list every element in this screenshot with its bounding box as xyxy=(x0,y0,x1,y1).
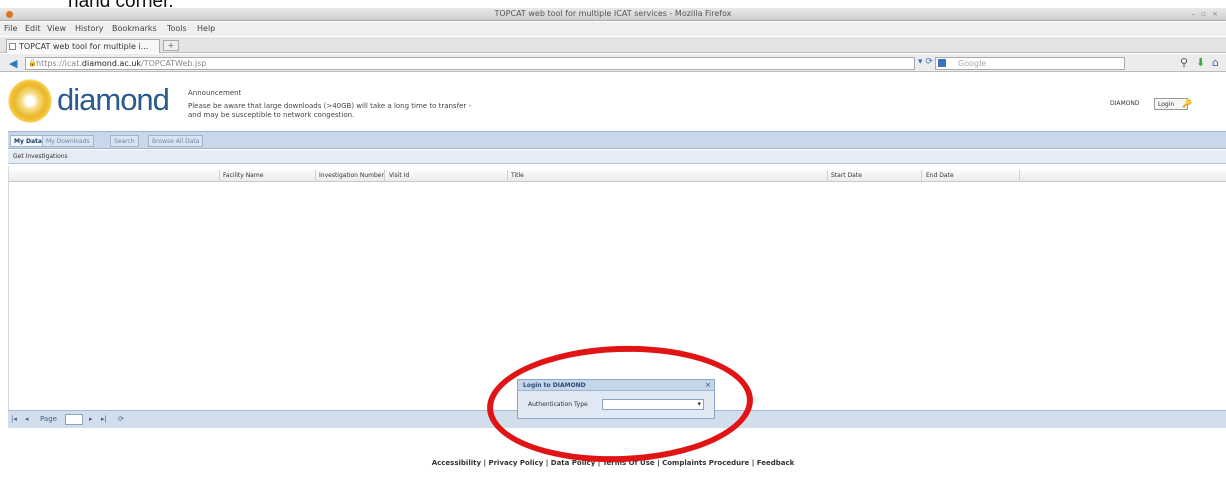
column-end-date[interactable]: End Date xyxy=(926,172,954,179)
get-investigations-button[interactable]: Get Investigations xyxy=(13,153,68,160)
column-facility-name[interactable]: Facility Name xyxy=(223,172,263,179)
investigations-grid: Facility Name Investigation Number Visit… xyxy=(8,166,1226,410)
lock-icon: 🔒 xyxy=(28,59,37,67)
login-dialog-title: Login to DIAMOND xyxy=(523,382,586,389)
column-divider xyxy=(384,170,385,182)
footer-links[interactable]: Accessibility | Privacy Policy | Data Po… xyxy=(0,459,1226,467)
tab-search[interactable]: Search xyxy=(110,135,139,147)
column-divider xyxy=(507,170,508,182)
column-divider xyxy=(1019,170,1020,182)
tab-my-downloads[interactable]: My Downloads xyxy=(42,135,94,147)
app-tab-bar: My Data My Downloads Search Browse All D… xyxy=(8,131,1226,149)
authentication-type-select[interactable]: ▾ xyxy=(602,399,704,410)
close-icon[interactable]: × xyxy=(705,381,711,389)
window-controls[interactable]: – ▫ × xyxy=(1191,10,1220,18)
diamond-logo-text: diamond xyxy=(57,82,170,117)
column-divider xyxy=(921,170,922,182)
search-placeholder: Google xyxy=(958,59,987,68)
chevron-down-icon[interactable]: ▾ xyxy=(697,400,701,408)
url-bar[interactable]: 🔒 https://icat.diamond.ac.uk/TOPCATWeb.js… xyxy=(25,57,915,70)
navigation-toolbar: ◀ 🔒 https://icat.diamond.ac.uk/TOPCATWeb.… xyxy=(0,54,1226,72)
column-divider xyxy=(219,170,220,182)
binoculars-icon[interactable]: ⚲ xyxy=(1180,56,1188,69)
reload-icon[interactable]: ▾ ⟳ xyxy=(918,57,933,67)
previous-page-button[interactable]: ◂ xyxy=(25,415,29,423)
authentication-type-label: Authentication Type xyxy=(528,401,588,408)
menu-view[interactable]: View xyxy=(47,24,66,33)
page-favicon-icon xyxy=(9,43,16,50)
login-dialog: Login to DIAMOND × Authentication Type ▾ xyxy=(517,379,715,419)
login-button[interactable]: Login 🔑 xyxy=(1154,98,1192,110)
page-number-input[interactable] xyxy=(65,414,83,425)
url-host: diamond.ac.uk xyxy=(81,59,142,68)
home-icon[interactable]: ⌂ xyxy=(1212,56,1219,69)
window-title: TOPCAT web tool for multiple ICAT servic… xyxy=(494,9,732,18)
refresh-icon[interactable]: ⟳ xyxy=(118,415,124,423)
column-divider xyxy=(315,170,316,182)
column-divider xyxy=(827,170,828,182)
announcement-text: Please be aware that large downloads (>4… xyxy=(188,102,471,119)
browser-tab-topcat[interactable]: TOPCAT web tool for multiple i... xyxy=(6,39,160,53)
browser-tab-label: TOPCAT web tool for multiple i... xyxy=(19,42,149,51)
announcement-title: Announcement xyxy=(188,89,242,97)
url-path: /TOPCATWeb.jsp xyxy=(141,59,207,68)
next-page-button[interactable]: ▸ xyxy=(89,415,93,423)
menu-history[interactable]: History xyxy=(75,24,103,33)
investigations-toolbar: Get Investigations xyxy=(8,150,1226,164)
column-visit-id[interactable]: Visit Id xyxy=(389,172,409,179)
login-dialog-header: Login to DIAMOND × xyxy=(518,380,714,391)
menu-bar: File Edit View History Bookmarks Tools H… xyxy=(0,22,1226,36)
back-arrow-icon[interactable]: ◀ xyxy=(9,57,17,70)
new-tab-button[interactable]: + xyxy=(163,40,179,51)
key-icon: 🔑 xyxy=(1182,99,1192,108)
menu-help[interactable]: Help xyxy=(197,24,215,33)
url-prefix: https://icat. xyxy=(36,59,82,68)
menu-file[interactable]: File xyxy=(4,24,17,33)
column-investigation-number[interactable]: Investigation Number xyxy=(319,172,384,179)
search-input[interactable]: Google xyxy=(935,57,1125,70)
facility-name: DIAMOND xyxy=(1110,100,1140,107)
page-label: Page xyxy=(40,415,57,423)
grid-header-row: Facility Name Investigation Number Visit… xyxy=(9,170,1226,182)
menu-tools[interactable]: Tools xyxy=(167,24,187,33)
diamond-sun-logo-icon xyxy=(8,79,52,123)
column-title[interactable]: Title xyxy=(511,172,524,179)
column-start-date[interactable]: Start Date xyxy=(831,172,862,179)
download-arrow-icon[interactable]: ⬇ xyxy=(1196,56,1205,69)
tab-my-data[interactable]: My Data xyxy=(10,135,46,147)
last-page-button[interactable]: ▸| xyxy=(101,415,107,423)
first-page-button[interactable]: |◂ xyxy=(11,415,17,423)
browser-tab-strip: TOPCAT web tool for multiple i... + xyxy=(0,37,1226,53)
page-header: diamond Announcement Please be aware tha… xyxy=(0,73,1226,128)
search-engine-icon[interactable] xyxy=(938,59,946,67)
menu-bookmarks[interactable]: Bookmarks xyxy=(112,24,157,33)
menu-edit[interactable]: Edit xyxy=(25,24,41,33)
tab-browse-all-data[interactable]: Browse All Data xyxy=(148,135,204,147)
login-button-label: Login xyxy=(1158,101,1175,108)
window-titlebar: TOPCAT web tool for multiple ICAT servic… xyxy=(0,8,1226,21)
